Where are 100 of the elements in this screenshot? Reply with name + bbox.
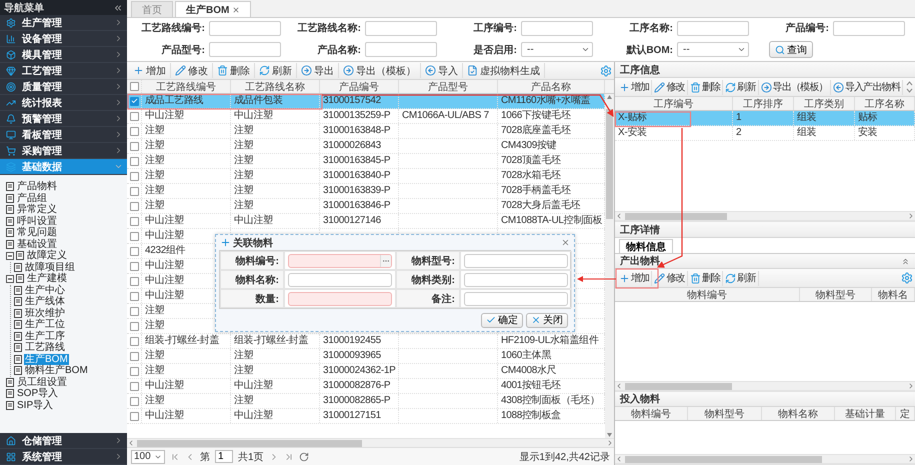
input-field[interactable]	[464, 254, 568, 268]
generate-button[interactable]: 虚拟物料生成	[463, 63, 545, 78]
edit-button[interactable]: 修改	[652, 80, 688, 94]
row-checkbox[interactable]	[130, 382, 138, 390]
last-page-icon[interactable]	[284, 452, 294, 462]
tree-item[interactable]: 常见问题	[16, 227, 58, 238]
row-checkbox[interactable]	[130, 96, 138, 106]
tree-item[interactable]: 班次维护	[24, 308, 66, 319]
confirm-button[interactable]: 确定	[481, 312, 523, 328]
table-row[interactable]: 注塑 注塑 31000163845-P 7028顶盖毛坯	[127, 154, 605, 169]
table-row[interactable]: 注塑 注塑 31000163840-P 7028水箱毛坯	[127, 169, 605, 184]
collapse-icon[interactable]	[6, 274, 14, 283]
scroll-right-icon[interactable]	[907, 212, 915, 220]
tree-item[interactable]: 呼叫设置	[16, 216, 58, 227]
table-row[interactable]: 中山注塑 中山注塑 31000127151 1088控制板盒	[127, 409, 605, 424]
reload-icon[interactable]	[298, 452, 309, 462]
export-button[interactable]: 导出（模板）	[339, 63, 421, 78]
tree-item[interactable]: 工艺路线	[24, 342, 66, 354]
menu-item[interactable]: 基础数据	[0, 159, 127, 175]
column-header[interactable]: 产品编号	[320, 80, 399, 93]
table-row[interactable]: 注塑 注塑 31000026843 CM4309按键	[127, 139, 605, 154]
tree-item[interactable]: 员工组设置	[16, 376, 68, 388]
filter-dropdown[interactable]: --	[677, 42, 749, 58]
table-row[interactable]: 注塑 注塑 31000163839-P 7028手柄盖毛坯	[127, 184, 605, 199]
table-row[interactable]: 中山注塑 中山注塑 31000135259-P CM1066A-UL/ABS 7 1066下按键毛坯	[127, 109, 605, 124]
table-row[interactable]: 组装-打螺丝-封盖 组装-打螺丝-封盖 31000192455 HF2109-UL水箱盖组件	[127, 334, 605, 349]
collapse-sidebar-icon[interactable]	[113, 2, 123, 12]
tree-item[interactable]: 物料生产BOM	[24, 365, 89, 376]
scrollbar-thumb[interactable]	[625, 456, 822, 462]
table-row[interactable]: 注塑 注塑 31000082865-P 4308控制面板（毛坯）	[127, 394, 605, 409]
row-checkbox[interactable]	[130, 352, 138, 360]
tree-item[interactable]: 生产工序	[24, 330, 66, 342]
filter-field[interactable]	[833, 20, 905, 36]
tree-item[interactable]: 产品组	[16, 192, 48, 204]
edit-button[interactable]: 修改	[652, 270, 688, 286]
table-row[interactable]: 注塑 注塑 31000093965 1060主体黑	[127, 349, 605, 364]
page-number-field[interactable]: 1	[215, 450, 233, 463]
scrollbar-thumb[interactable]	[625, 212, 727, 220]
export-button[interactable]: 导出（模板）	[758, 80, 831, 94]
add-button[interactable]: 增加	[617, 270, 652, 286]
table-row[interactable]: 注塑 注塑 31000024362-1P CM4008水尺	[127, 364, 605, 379]
menu-item[interactable]: 质量管理	[0, 79, 127, 95]
export-button[interactable]: 导出	[297, 63, 339, 78]
tree-item[interactable]: 生产BOM	[24, 354, 69, 365]
scroll-left-icon[interactable]	[615, 212, 623, 220]
refresh-button[interactable]: 刷新	[255, 63, 297, 78]
menu-item[interactable]: 预警管理	[0, 111, 127, 127]
tree-item[interactable]: 异常定义	[16, 204, 58, 216]
menu-item[interactable]: 系统管理	[0, 449, 127, 465]
column-header[interactable]: 工序排序	[733, 97, 794, 110]
row-checkbox[interactable]	[130, 306, 138, 316]
column-header[interactable]: 工序编号	[615, 97, 733, 110]
add-button[interactable]: 增加	[129, 63, 171, 78]
table-row[interactable]: X-贴标 1 组装 贴标	[615, 111, 915, 126]
tree-item[interactable]: 生产线体	[24, 296, 66, 308]
column-header[interactable]: 工序类别	[794, 97, 855, 110]
edit-button[interactable]: 修改	[171, 63, 213, 78]
refresh-button[interactable]: 刷新	[723, 80, 759, 94]
column-header[interactable]: 物料编号	[615, 407, 688, 420]
tree-item[interactable]: SOP导入	[16, 388, 60, 400]
column-header[interactable]: 基础计量	[835, 407, 896, 420]
column-header[interactable]: 物料编号	[615, 288, 800, 301]
row-checkbox[interactable]	[130, 186, 138, 196]
table-row[interactable]: 中山注塑 中山注塑 31000082876-P 4001按钮毛坯	[127, 379, 605, 394]
column-header[interactable]: 工艺路线编号	[142, 80, 231, 93]
scroll-left-icon[interactable]	[127, 439, 135, 447]
menu-item[interactable]: 模具管理	[0, 47, 127, 63]
filter-field[interactable]	[209, 20, 281, 36]
scrollbar-thumb[interactable]	[137, 440, 362, 446]
import-button[interactable]: 导入	[421, 63, 463, 78]
close-button[interactable]: 关闭	[526, 312, 568, 328]
scrollbar-thumb[interactable]	[625, 382, 732, 390]
tree-item[interactable]: 生产建模	[26, 273, 68, 284]
table-row[interactable]: 注塑 注塑 31000163846-P 7028大身后盖毛坯	[127, 199, 605, 214]
scroll-right-icon[interactable]	[907, 455, 915, 463]
column-header[interactable]: 物料型号	[800, 288, 872, 301]
menu-item[interactable]: 统计报表	[0, 95, 127, 111]
delete-button[interactable]: 删除	[688, 270, 724, 286]
filter-field[interactable]	[209, 42, 281, 58]
input-field[interactable]	[464, 292, 568, 306]
menu-item[interactable]: 生产管理	[0, 15, 127, 31]
refresh-button[interactable]: 刷新	[723, 270, 759, 286]
row-checkbox[interactable]	[130, 172, 138, 180]
row-checkbox[interactable]	[130, 336, 138, 346]
column-header[interactable]: 工序名称	[855, 97, 915, 110]
row-checkbox[interactable]	[130, 156, 138, 166]
row-checkbox[interactable]	[130, 262, 138, 270]
scroll-left-icon[interactable]	[615, 382, 623, 390]
table-row[interactable]: 注塑 注塑 31000163848-P 7028底座盖毛坯	[127, 124, 605, 139]
column-header[interactable]: 工艺路线名称	[231, 80, 320, 93]
row-checkbox[interactable]	[130, 142, 138, 150]
menu-item[interactable]: 工艺管理	[0, 63, 127, 79]
input-field[interactable]	[288, 292, 392, 306]
scrollbar-thumb[interactable]	[606, 109, 613, 219]
detail-tab[interactable]: 物料信息	[619, 239, 673, 253]
scroll-arrows-icon[interactable]	[906, 81, 913, 93]
row-checkbox[interactable]	[130, 366, 138, 376]
menu-item[interactable]: 仓储管理	[0, 433, 127, 449]
row-checkbox[interactable]	[130, 412, 138, 420]
tree-item[interactable]: 故障定义	[26, 250, 68, 262]
